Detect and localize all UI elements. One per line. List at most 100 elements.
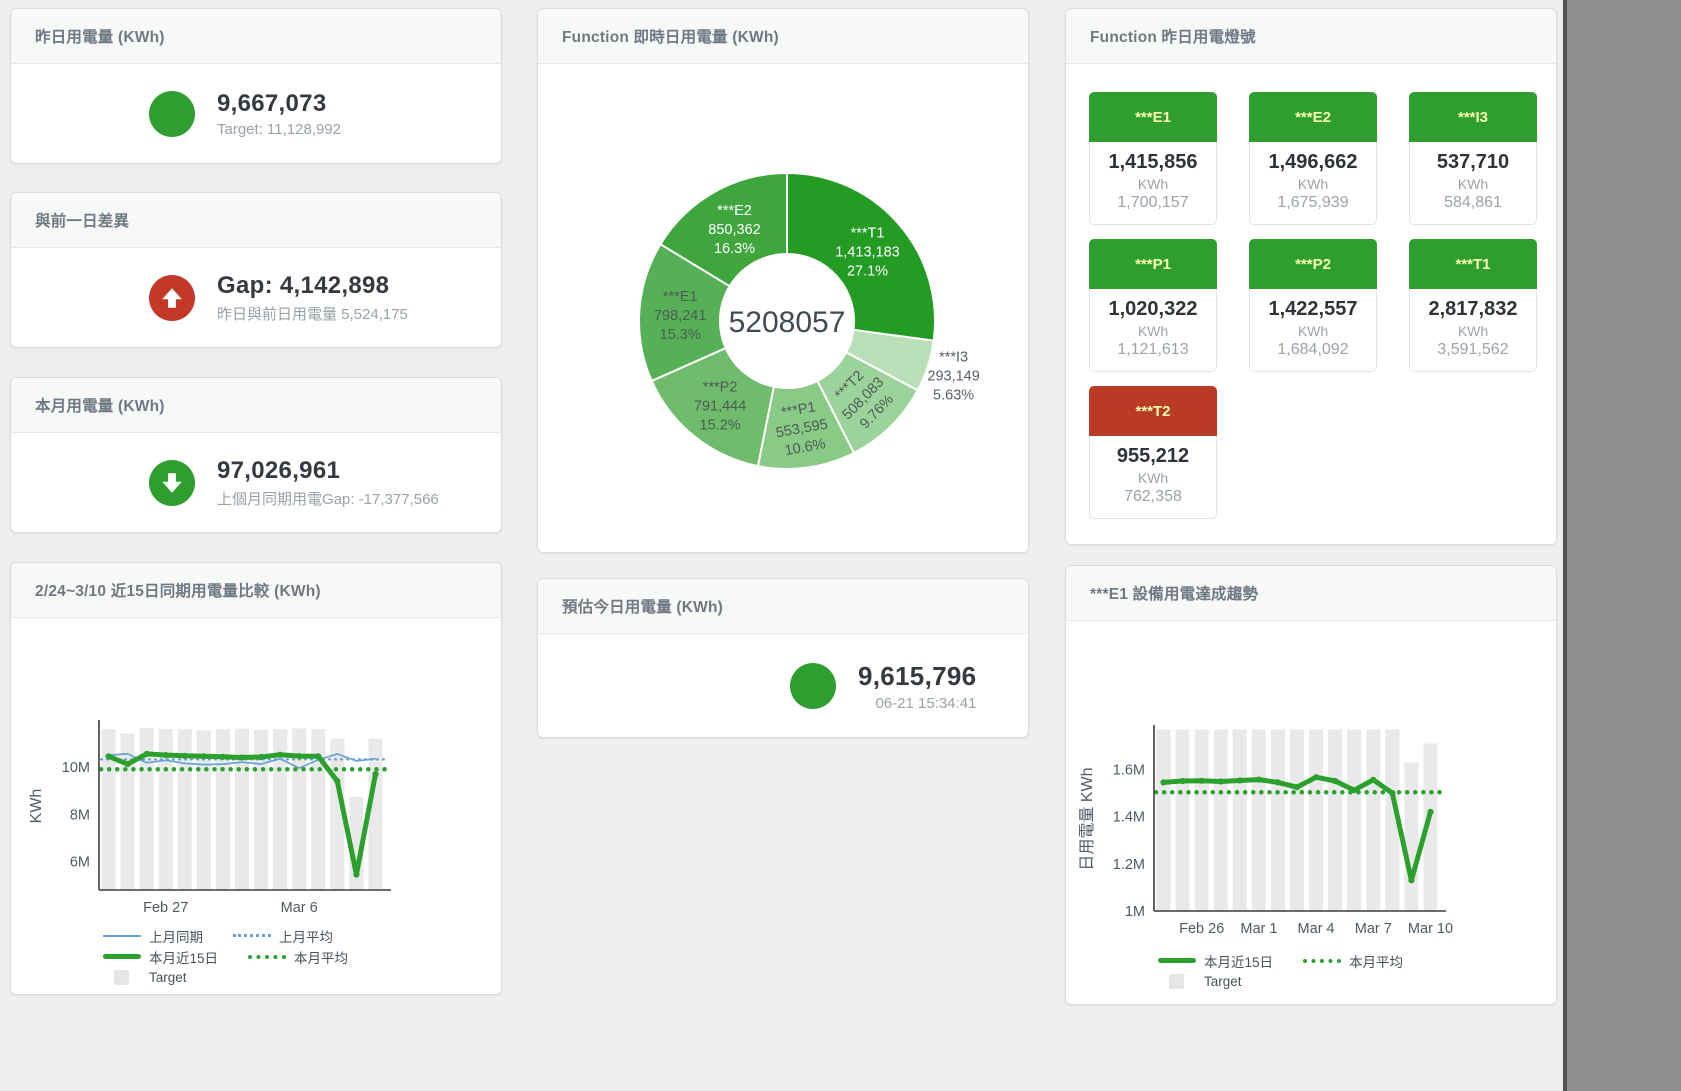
target-bar	[235, 729, 249, 890]
legend-item[interactable]: 上月平均	[233, 926, 333, 946]
tile-unit-label: KWh	[1254, 323, 1372, 339]
series-marker	[182, 753, 188, 759]
tile-value: 1,020,322	[1094, 298, 1212, 321]
target-bar	[1157, 729, 1171, 911]
card-e1-trend-chart: ***E1 設備用電達成趨勢 1M1.2M1.4M1.6MFeb 26Mar 1…	[1065, 565, 1557, 1005]
legend-item[interactable]: 本月平均	[1303, 951, 1403, 971]
target-bar	[1290, 729, 1304, 911]
target-bar	[1271, 729, 1285, 911]
series-marker	[315, 753, 321, 759]
legend-swatch-gray-square	[114, 970, 129, 985]
legend-row: Target	[103, 967, 501, 988]
tile-body: 2,817,832KWh3,591,562	[1409, 289, 1537, 372]
series-marker	[296, 753, 302, 759]
x-tick-label: Mar 7	[1355, 921, 1392, 937]
arrow-up-icon	[157, 283, 187, 313]
x-tick-label: Feb 27	[143, 900, 188, 916]
legend-swatch-green-dot	[248, 955, 286, 959]
target-bar	[1404, 762, 1418, 911]
tile-target-value: 762,358	[1094, 488, 1212, 506]
legend-label: 本月平均	[294, 947, 348, 967]
realtime-donut-chart[interactable]: ***T11,413,18327.1%***I3293,1495.63%***T…	[542, 64, 1032, 542]
legend-swatch-green-dot	[1303, 959, 1341, 963]
series-marker	[1180, 778, 1186, 784]
x-tick-label: Mar 6	[281, 900, 318, 916]
legend-item[interactable]: Target	[1158, 974, 1242, 989]
y-axis-title: 日用電量 KWh	[1079, 767, 1096, 870]
y-tick-label: 6M	[70, 855, 90, 871]
card-15day-compare-chart: 2/24~3/10 近15日同期用電量比較 (KWh) 6M8M10MFeb 2…	[10, 562, 502, 995]
tile-body: 955,212KWh762,358	[1089, 436, 1217, 519]
card-header: ***E1 設備用電達成趨勢	[1066, 566, 1556, 621]
compare-line-chart[interactable]: 6M 8M 10M Feb 27 Mar 6 KWh	[15, 618, 485, 918]
series-marker	[1408, 877, 1414, 883]
lamp-tile: ***E11,415,856KWh1,700,157	[1089, 92, 1217, 225]
target-bar	[1252, 729, 1266, 911]
card-title: Function 即時日用電量 (KWh)	[562, 29, 779, 46]
target-bar	[1195, 729, 1209, 911]
series-marker	[1370, 777, 1376, 783]
legend-label: 上月平均	[279, 926, 333, 946]
yesterday-usage-target: Target: 11,128,992	[217, 121, 341, 138]
series-marker	[1275, 779, 1281, 785]
scrollbar-gutter[interactable]	[1567, 0, 1681, 1091]
card-month-usage: 本月用電量 (KWh) 97,026,961 上個月同期用電Gap: -17,3…	[10, 377, 502, 533]
trend-line-chart[interactable]: 1M1.2M1.4M1.6MFeb 26Mar 1Mar 4Mar 7Mar 1…	[1070, 621, 1540, 943]
lamp-tile-grid: ***E11,415,856KWh1,700,157***E21,496,662…	[1066, 64, 1556, 519]
legend-item[interactable]: 本月近15日	[1158, 951, 1273, 971]
status-circle-red	[149, 275, 195, 321]
series-marker	[258, 754, 264, 760]
legend-label: Target	[1204, 974, 1242, 989]
series-marker	[1313, 774, 1319, 780]
series-marker	[1256, 777, 1262, 783]
target-bar	[1366, 729, 1380, 911]
tile-unit-label: KWh	[1094, 470, 1212, 486]
card-body: 9,667,073 Target: 11,128,992	[11, 64, 501, 164]
month-usage-gap: 上個月同期用電Gap: -17,377,566	[217, 488, 439, 509]
x-tick-label: Mar 4	[1298, 921, 1335, 937]
legend-item[interactable]: 上月同期	[103, 926, 203, 946]
card-body: 9,615,796 06-21 15:34:41	[538, 634, 1028, 738]
y-tick-label: 1.4M	[1113, 810, 1145, 826]
tile-body: 1,496,662KWh1,675,939	[1249, 142, 1377, 225]
tile-status-header: ***E1	[1089, 92, 1217, 142]
target-bar	[368, 739, 382, 890]
y-tick-label: 10M	[62, 760, 90, 776]
donut-slice-label: ***I3293,1495.63%	[927, 350, 979, 404]
legend-item[interactable]: Target	[103, 970, 187, 985]
target-bar	[292, 728, 306, 890]
card-title: 與前一日差異	[35, 213, 129, 230]
day-gap-sub: 昨日與前日用電量 5,524,175	[217, 303, 408, 324]
y-axis-title: KWh	[28, 789, 45, 824]
tile-status-header: ***P1	[1089, 239, 1217, 289]
legend-label: 上月同期	[149, 926, 203, 946]
series-marker	[277, 752, 283, 758]
y-tick-label: 8M	[70, 807, 90, 823]
legend-item[interactable]: 本月平均	[248, 947, 348, 967]
tile-target-value: 1,684,092	[1254, 341, 1372, 359]
tile-unit-label: KWh	[1414, 176, 1532, 192]
legend-swatch-green-line	[103, 954, 141, 959]
tile-value: 537,710	[1414, 151, 1532, 174]
series-marker	[201, 753, 207, 759]
card-title: 本月用電量 (KWh)	[35, 398, 165, 415]
legend-label: 本月近15日	[1204, 951, 1273, 971]
legend-label: 本月平均	[1349, 951, 1403, 971]
lamp-tile: ***T2955,212KWh762,358	[1089, 386, 1217, 519]
card-header: Function 即時日用電量 (KWh)	[538, 9, 1028, 64]
card-header: 本月用電量 (KWh)	[11, 378, 501, 433]
y-tick-label: 1M	[1125, 904, 1145, 920]
tile-unit-label: KWh	[1254, 176, 1372, 192]
yesterday-usage-value: 9,667,073	[217, 90, 341, 118]
status-circle-green	[149, 91, 195, 137]
series-marker	[125, 761, 131, 767]
series-marker	[1294, 784, 1300, 790]
series-marker	[372, 771, 378, 777]
legend-label: 本月近15日	[149, 947, 218, 967]
legend-item[interactable]: 本月近15日	[103, 947, 218, 967]
tile-unit-label: KWh	[1414, 323, 1532, 339]
tile-body: 1,422,557KWh1,684,092	[1249, 289, 1377, 372]
series-marker	[1427, 809, 1433, 815]
target-bar	[216, 729, 230, 890]
x-tick-label: Mar 10	[1408, 921, 1453, 937]
